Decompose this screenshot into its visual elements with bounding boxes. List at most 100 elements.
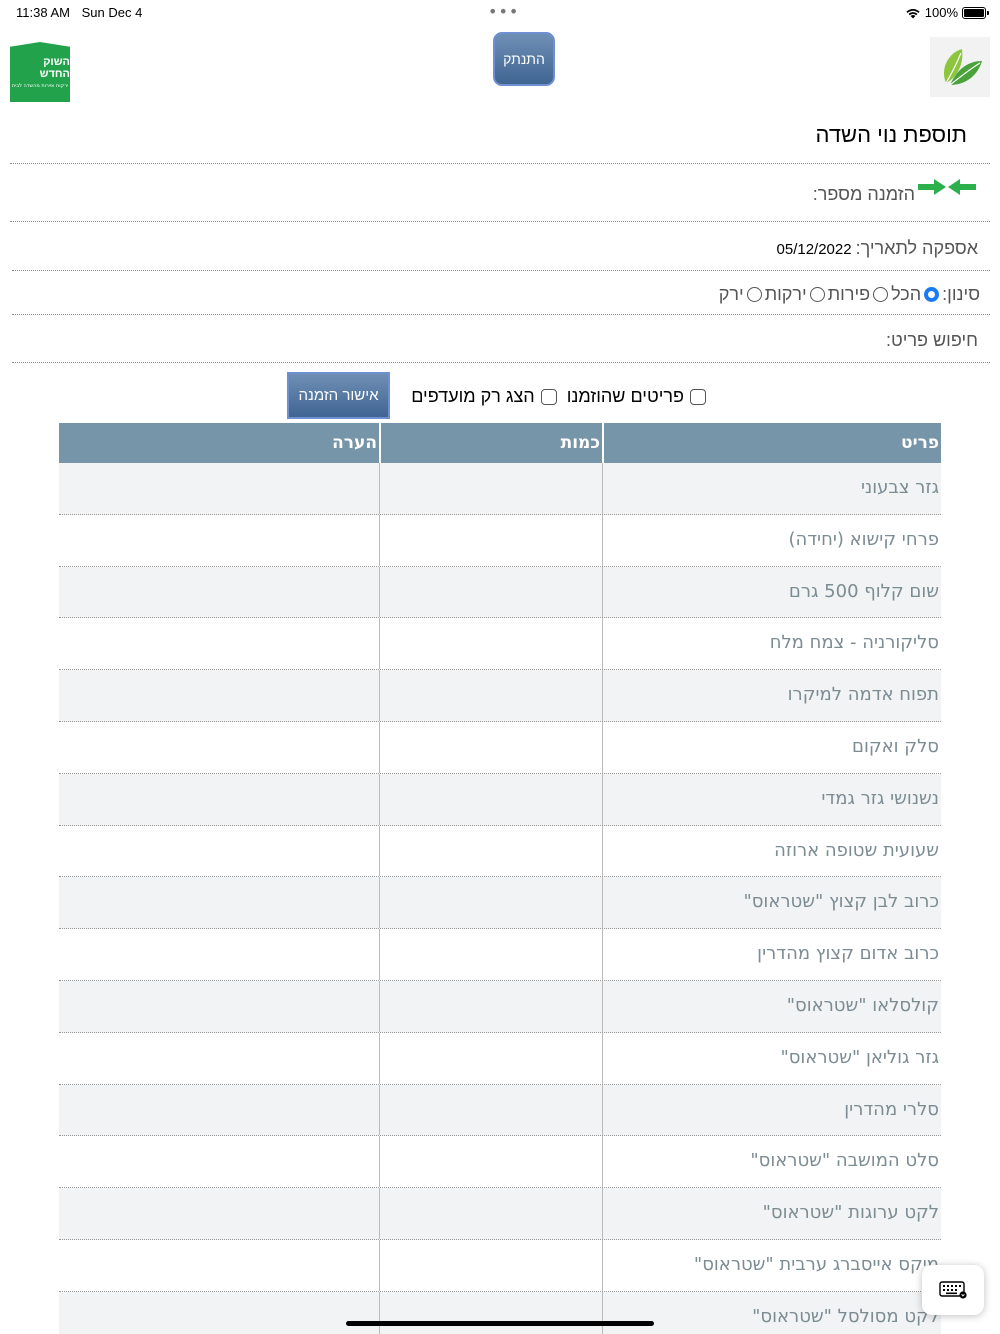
- table-row[interactable]: כרוב אדום קצוץ מהדרין: [59, 929, 941, 981]
- quantity-cell[interactable]: [379, 929, 602, 980]
- table-row[interactable]: לקט ערוגות "שטראוס": [59, 1188, 941, 1240]
- note-cell[interactable]: [59, 981, 379, 1032]
- quantity-cell[interactable]: [379, 1084, 602, 1136]
- quantity-cell[interactable]: [379, 721, 602, 773]
- wifi-icon: [906, 8, 920, 18]
- note-cell[interactable]: [59, 670, 379, 721]
- item-name: גזר צבעוני: [602, 463, 941, 514]
- quantity-cell[interactable]: [379, 1136, 602, 1188]
- table-row[interactable]: נשנושי גזר גמדי: [59, 773, 941, 826]
- note-cell[interactable]: [59, 463, 379, 514]
- item-search-label[interactable]: חיפוש פריט:: [886, 330, 978, 351]
- table-row[interactable]: גזר צבעוני: [59, 463, 941, 515]
- table-row[interactable]: מיקס אייסברג ערבית "שטראוס": [59, 1239, 941, 1292]
- supply-date-row: אספקה לתאריך: 05/12/2022: [777, 238, 978, 259]
- note-cell[interactable]: [59, 1033, 379, 1084]
- column-header-note[interactable]: הערה: [59, 423, 379, 463]
- filter-radio-greens[interactable]: [746, 287, 762, 302]
- quantity-cell[interactable]: [379, 1291, 602, 1334]
- filter-radio-fruits[interactable]: [873, 287, 889, 302]
- favorites-only-checkbox[interactable]: [540, 388, 557, 405]
- brand-logo-subtitle: ירקות ופירות מהשדה לבית: [11, 82, 69, 89]
- quantity-cell[interactable]: [379, 463, 602, 514]
- item-name: נשנושי גזר גמדי: [602, 773, 941, 825]
- table-row[interactable]: תפוח אדמה למיקרו: [59, 670, 941, 722]
- column-header-quantity[interactable]: כמות: [379, 423, 602, 463]
- column-header-item[interactable]: פריט: [602, 423, 941, 463]
- filter-row: סינון: הכל פירות ירקות ירק: [719, 284, 980, 305]
- status-date: Sun Dec 4: [81, 5, 143, 20]
- items-table: פריט כמות הערה גזר צבעוני פרחי קישוא (יח…: [59, 423, 941, 1334]
- quantity-cell[interactable]: [379, 1239, 602, 1291]
- keyboard-toggle-button[interactable]: [922, 1265, 984, 1315]
- item-name: מיקס אייסברג ערבית "שטראוס": [602, 1239, 941, 1291]
- ordered-items-checkbox[interactable]: [690, 388, 706, 405]
- table-row[interactable]: סלק ואקום: [59, 721, 941, 774]
- filter-option-greens[interactable]: ירק: [719, 284, 744, 305]
- note-cell[interactable]: [59, 826, 379, 877]
- note-cell[interactable]: [59, 774, 379, 825]
- note-cell[interactable]: [59, 1292, 379, 1334]
- item-name: פרחי קישוא (יחידה): [602, 514, 941, 566]
- note-cell[interactable]: [59, 877, 379, 928]
- table-header: פריט כמות הערה: [59, 423, 941, 463]
- home-indicator[interactable]: [346, 1321, 654, 1326]
- item-name: שעועית שטופה ארוזה: [602, 825, 941, 877]
- table-row[interactable]: כרוב לבן קצוץ "שטראוס": [59, 877, 941, 930]
- table-row[interactable]: שום קלוף 500 גרם: [59, 566, 941, 619]
- note-cell[interactable]: [59, 929, 379, 980]
- quantity-cell[interactable]: [379, 566, 602, 618]
- battery-icon: [962, 6, 989, 19]
- multitasking-dots-icon[interactable]: •••: [488, 2, 519, 21]
- table-row[interactable]: לקט מסולסל "שטראוס": [59, 1291, 941, 1334]
- quantity-cell[interactable]: [379, 1032, 602, 1084]
- table-row[interactable]: קולסלאו "שטראוס": [59, 980, 941, 1033]
- item-name: קולסלאו "שטראוס": [602, 980, 941, 1032]
- quantity-cell[interactable]: [379, 877, 602, 929]
- navigation-arrows[interactable]: [918, 179, 976, 195]
- item-name: גזר גוליאן "שטראוס": [602, 1032, 941, 1084]
- table-row[interactable]: שעועית שטופה ארוזה: [59, 825, 941, 878]
- table-row[interactable]: גזר גוליאן "שטראוס": [59, 1032, 941, 1085]
- quantity-cell[interactable]: [379, 980, 602, 1032]
- divider: [12, 270, 990, 271]
- table-row[interactable]: סליקורניה - צמח מלח: [59, 618, 941, 671]
- table-row[interactable]: פרחי קישוא (יחידה): [59, 514, 941, 567]
- status-clock: 11:38 AM Sun Dec 4: [16, 5, 150, 20]
- quantity-cell[interactable]: [379, 825, 602, 877]
- note-cell[interactable]: [59, 1136, 379, 1187]
- divider: [10, 163, 990, 164]
- note-cell[interactable]: [59, 567, 379, 618]
- supply-date-value[interactable]: 05/12/2022: [777, 241, 852, 258]
- brand-logo-title: השוק החדש: [39, 55, 70, 80]
- arrow-right-icon[interactable]: [918, 179, 946, 195]
- filter-radio-all[interactable]: [924, 287, 940, 302]
- table-row[interactable]: סלט המושבה "שטראוס": [59, 1136, 941, 1189]
- note-cell[interactable]: [59, 1240, 379, 1291]
- quantity-cell[interactable]: [379, 773, 602, 825]
- item-name: סלט המושבה "שטראוס": [602, 1136, 941, 1188]
- filter-option-all[interactable]: הכל: [891, 284, 921, 305]
- table-row[interactable]: סלרי מהדרין: [59, 1084, 941, 1137]
- quantity-cell[interactable]: [379, 618, 602, 670]
- note-cell[interactable]: [59, 722, 379, 773]
- table-body: גזר צבעוני פרחי קישוא (יחידה) שום קלוף 5…: [59, 463, 941, 1334]
- quantity-cell[interactable]: [379, 1188, 602, 1239]
- filter-option-vegetables[interactable]: ירקות: [765, 284, 807, 305]
- item-name: תפוח אדמה למיקרו: [602, 670, 941, 721]
- logout-button[interactable]: התנתק: [493, 32, 555, 86]
- filter-label: סינון:: [942, 284, 980, 304]
- note-cell[interactable]: [59, 515, 379, 566]
- item-name: סלרי מהדרין: [602, 1084, 941, 1136]
- note-cell[interactable]: [59, 618, 379, 669]
- filter-option-fruits[interactable]: פירות: [828, 284, 870, 305]
- note-cell[interactable]: [59, 1085, 379, 1136]
- note-cell[interactable]: [59, 1188, 379, 1239]
- arrow-left-icon[interactable]: [948, 179, 976, 195]
- confirm-order-button[interactable]: אישור הזמנה: [287, 372, 390, 419]
- divider: [12, 362, 990, 363]
- filter-radio-vegetables[interactable]: [809, 287, 825, 302]
- quantity-cell[interactable]: [379, 514, 602, 566]
- item-name: סלק ואקום: [602, 721, 941, 773]
- quantity-cell[interactable]: [379, 670, 602, 721]
